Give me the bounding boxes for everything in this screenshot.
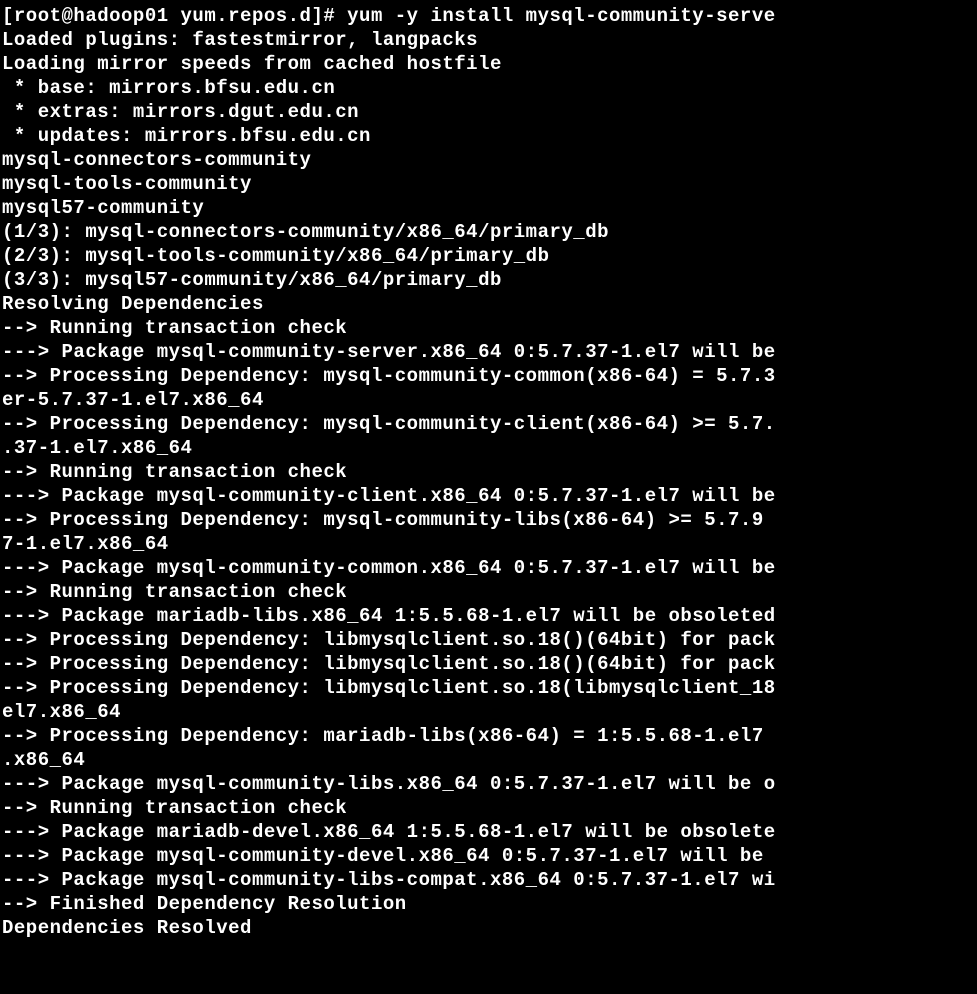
terminal-line: --> Processing Dependency: libmysqlclien…	[2, 676, 977, 700]
terminal-line: ---> Package mysql-community-common.x86_…	[2, 556, 977, 580]
terminal-line: --> Processing Dependency: mysql-communi…	[2, 412, 977, 436]
terminal-line: .x86_64	[2, 748, 977, 772]
terminal-line: ---> Package mysql-community-libs-compat…	[2, 868, 977, 892]
terminal-line: (1/3): mysql-connectors-community/x86_64…	[2, 220, 977, 244]
terminal-line: --> Running transaction check	[2, 316, 977, 340]
terminal-line: .37-1.el7.x86_64	[2, 436, 977, 460]
terminal-line: mysql-tools-community	[2, 172, 977, 196]
terminal-line: --> Running transaction check	[2, 460, 977, 484]
terminal-line: ---> Package mysql-community-server.x86_…	[2, 340, 977, 364]
terminal-line: (3/3): mysql57-community/x86_64/primary_…	[2, 268, 977, 292]
terminal-line: ---> Package mariadb-devel.x86_64 1:5.5.…	[2, 820, 977, 844]
terminal-line: --> Finished Dependency Resolution	[2, 892, 977, 916]
terminal-line: --> Processing Dependency: mariadb-libs(…	[2, 724, 977, 748]
terminal-line: --> Processing Dependency: mysql-communi…	[2, 364, 977, 388]
terminal-line: Loaded plugins: fastestmirror, langpacks	[2, 28, 977, 52]
terminal-line: Resolving Dependencies	[2, 292, 977, 316]
terminal-line: el7.x86_64	[2, 700, 977, 724]
terminal-line: mysql-connectors-community	[2, 148, 977, 172]
terminal-line: ---> Package mysql-community-libs.x86_64…	[2, 772, 977, 796]
terminal-line: 7-1.el7.x86_64	[2, 532, 977, 556]
terminal-line: --> Processing Dependency: libmysqlclien…	[2, 652, 977, 676]
terminal-line: ---> Package mariadb-libs.x86_64 1:5.5.6…	[2, 604, 977, 628]
terminal-line: ---> Package mysql-community-devel.x86_6…	[2, 844, 977, 868]
terminal-line: --> Processing Dependency: libmysqlclien…	[2, 628, 977, 652]
terminal-output[interactable]: [root@hadoop01 yum.repos.d]# yum -y inst…	[0, 0, 977, 940]
terminal-line: --> Processing Dependency: mysql-communi…	[2, 508, 977, 532]
terminal-line: mysql57-community	[2, 196, 977, 220]
terminal-line: [root@hadoop01 yum.repos.d]# yum -y inst…	[2, 4, 977, 28]
terminal-line: Dependencies Resolved	[2, 916, 977, 940]
terminal-line: --> Running transaction check	[2, 580, 977, 604]
terminal-line: (2/3): mysql-tools-community/x86_64/prim…	[2, 244, 977, 268]
terminal-line: --> Running transaction check	[2, 796, 977, 820]
terminal-line: * base: mirrors.bfsu.edu.cn	[2, 76, 977, 100]
terminal-line: * extras: mirrors.dgut.edu.cn	[2, 100, 977, 124]
terminal-line: Loading mirror speeds from cached hostfi…	[2, 52, 977, 76]
terminal-line: er-5.7.37-1.el7.x86_64	[2, 388, 977, 412]
terminal-line: ---> Package mysql-community-client.x86_…	[2, 484, 977, 508]
terminal-line: * updates: mirrors.bfsu.edu.cn	[2, 124, 977, 148]
